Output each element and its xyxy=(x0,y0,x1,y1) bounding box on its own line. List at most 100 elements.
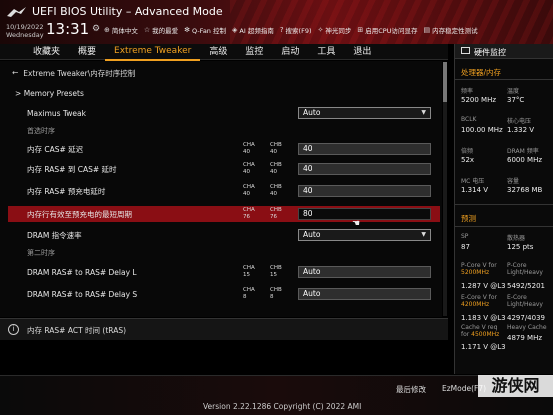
date-display: 10/19/2022 Wednesday xyxy=(6,23,44,39)
ecore-v-value: 1.183 V @L3 xyxy=(461,314,506,322)
info-icon: i xyxy=(8,324,19,335)
command-rate-label: DRAM 指令速率 xyxy=(27,230,82,240)
pcore-lh-label: P-Core Light/Heavy xyxy=(507,262,543,276)
tras-label: 内存行有效至预充电的最短周期 xyxy=(27,209,132,219)
cache-v-label: Cache V req for 4500MHz xyxy=(461,324,500,338)
tras-input[interactable]: 80 xyxy=(298,208,431,220)
search-button[interactable]: ? 搜索(F9) xyxy=(280,25,312,35)
language-button[interactable]: ⊕ 简体中文 xyxy=(104,25,138,35)
ratio-value: 52x xyxy=(461,156,475,164)
cha-readout: CHA 40 xyxy=(243,162,255,175)
help-bar: i 内存 RAS# ACT 时间 (tRAS) xyxy=(0,318,448,340)
heavy-cache-value: 4879 MHz xyxy=(507,334,543,342)
scrollbar-thumb[interactable] xyxy=(443,62,447,102)
cas-latency-input[interactable]: 40 xyxy=(298,143,431,155)
cooler-label: 散热器 xyxy=(507,235,526,242)
rrdl-row[interactable]: DRAM RAS# to RAS# Delay L CHA 15 CHB 15 Au… xyxy=(8,264,440,280)
temp-value: 37°C xyxy=(507,96,525,104)
sp-value: 87 xyxy=(461,243,470,251)
maximus-tweak-row[interactable]: Maximus Tweak Auto ▼ xyxy=(8,105,440,121)
ecore-lh-label: E-Core Light/Heavy xyxy=(507,294,543,308)
cpu-memory-title: 处理器/内存 xyxy=(461,68,502,77)
rrds-input[interactable]: Auto xyxy=(298,288,431,300)
sp-label: SP xyxy=(461,233,469,240)
chb-readout: CHB 8 xyxy=(270,287,282,300)
rcd-row[interactable]: 内存 RAS# 到 CAS# 延时 CHA 40 CHB 40 40 xyxy=(8,161,440,177)
breadcrumb-text: Extreme Tweaker\内存时序控制 xyxy=(23,69,136,78)
rrdl-input[interactable]: Auto xyxy=(298,266,431,278)
pcore-v-label: P-Core V for 5200MHz xyxy=(461,262,497,276)
rog-logo-icon xyxy=(7,7,26,17)
fan-icon: ✻ xyxy=(184,26,191,34)
vcore-value: 1.332 V xyxy=(507,126,535,134)
temp-label: 温度 xyxy=(507,88,520,95)
rp-row[interactable]: 内存 RAS# 预充电延时 CHA 40 CHB 40 40 xyxy=(8,183,440,199)
ai-icon: ◈ xyxy=(232,26,238,34)
memtest-button[interactable]: ▤ 内存稳定性测试 xyxy=(423,25,477,35)
bclk-value: 100.00 MHz xyxy=(461,126,503,134)
capacity-value: 32768 MB xyxy=(507,186,543,194)
question-icon: ? xyxy=(279,26,284,34)
star-icon: ☆ xyxy=(143,26,151,34)
rp-label: 内存 RAS# 预充电延时 xyxy=(27,186,106,196)
cha-readout: CHA 40 xyxy=(243,142,255,155)
cooler-value: 125 pts xyxy=(507,243,534,251)
cas-latency-label: 内存 CAS# 延迟 xyxy=(27,144,84,154)
settings-panel: ← Extreme Tweaker\内存时序控制 > Memory Preset… xyxy=(0,61,442,317)
tab-favorites[interactable]: 收藏夹 xyxy=(24,44,69,60)
favorites-button[interactable]: ☆ 我的最爱 xyxy=(144,25,178,35)
rrdl-label: DRAM RAS# to RAS# Delay L xyxy=(27,267,137,277)
time-display: 13:31 xyxy=(46,20,90,38)
resizable-bar-button[interactable]: ⊞ 启用CPU访问显存 xyxy=(357,25,417,35)
section-primary-timings: 首选时序 xyxy=(27,127,55,135)
tab-tool[interactable]: 工具 xyxy=(308,44,344,60)
header-decoration xyxy=(230,0,553,44)
section-header: 第二时序 xyxy=(8,245,440,261)
cha-readout: CHA 40 xyxy=(243,184,255,197)
dram-freq-label: DRAM 频率 xyxy=(507,148,539,155)
tab-boot[interactable]: 启动 xyxy=(272,44,308,60)
capacity-label: 容量 xyxy=(507,178,520,185)
last-modified-button[interactable]: 最后修改 xyxy=(396,384,426,395)
cha-readout: CHA 15 xyxy=(243,265,255,278)
mc-voltage-label: MC 电压 xyxy=(461,178,485,185)
title-bar: UEFI BIOS Utility – Advanced Mode 10/19/… xyxy=(0,0,553,44)
network-icon: ⊞ xyxy=(357,26,364,34)
rrds-row[interactable]: DRAM RAS# to RAS# Delay S CHA 8 CHB 8 Auto xyxy=(8,286,440,302)
tab-monitor[interactable]: 监控 xyxy=(236,44,272,60)
globe-icon: ⊕ xyxy=(104,26,110,34)
qfan-button[interactable]: ✻ Q-Fan 控制 xyxy=(184,25,226,35)
cas-latency-row[interactable]: 内存 CAS# 延迟 CHA 40 CHB 40 40 xyxy=(8,141,440,157)
cha-readout: CHA 76 xyxy=(243,207,255,220)
rp-input[interactable]: 40 xyxy=(298,185,431,197)
command-rate-select[interactable]: Auto ▼ xyxy=(298,229,431,241)
aura-button[interactable]: ✧ 神光同步 xyxy=(318,25,352,35)
maximus-tweak-select[interactable]: Auto ▼ xyxy=(298,107,431,119)
tab-extreme-tweaker[interactable]: Extreme Tweaker xyxy=(105,43,201,61)
tab-main[interactable]: 概要 xyxy=(69,44,105,60)
memory-presets-row[interactable]: > Memory Presets xyxy=(8,85,440,101)
memory-presets-label: > Memory Presets xyxy=(15,88,84,98)
maximus-tweak-label: Maximus Tweak xyxy=(27,108,86,118)
tab-advanced[interactable]: 高级 xyxy=(200,44,236,60)
scrollbar[interactable] xyxy=(443,62,447,316)
chb-readout: CHB 40 xyxy=(270,184,282,197)
sparkle-icon: ✧ xyxy=(317,26,324,34)
breadcrumb[interactable]: ← Extreme Tweaker\内存时序控制 xyxy=(12,68,135,79)
gear-icon[interactable]: ⚙ xyxy=(92,24,100,34)
version-text: Version 2.22.1286 Copyright (C) 2022 AMI xyxy=(203,402,362,411)
mc-voltage-value: 1.314 V xyxy=(461,186,489,194)
prediction-title: 预测 xyxy=(461,214,476,223)
rcd-input[interactable]: 40 xyxy=(298,163,431,175)
rcd-label: 内存 RAS# 到 CAS# 延时 xyxy=(27,164,117,174)
monitor-icon xyxy=(461,47,470,54)
tras-row[interactable]: 内存行有效至预充电的最短周期 CHA 76 CHB 76 80 xyxy=(8,206,440,222)
command-rate-row[interactable]: DRAM 指令速率 Auto ▼ xyxy=(8,227,440,243)
section-secondary-timings: 第二时序 xyxy=(27,249,55,257)
ai-oc-button[interactable]: ◈ AI 超频指南 xyxy=(232,25,274,35)
tab-exit[interactable]: 退出 xyxy=(344,44,380,60)
mouse-cursor-icon: ☚ xyxy=(352,219,361,229)
freq-value: 5200 MHz xyxy=(461,96,497,104)
back-arrow-icon[interactable]: ← xyxy=(12,68,18,79)
ecore-lh-value: 4297/4039 xyxy=(507,314,545,322)
